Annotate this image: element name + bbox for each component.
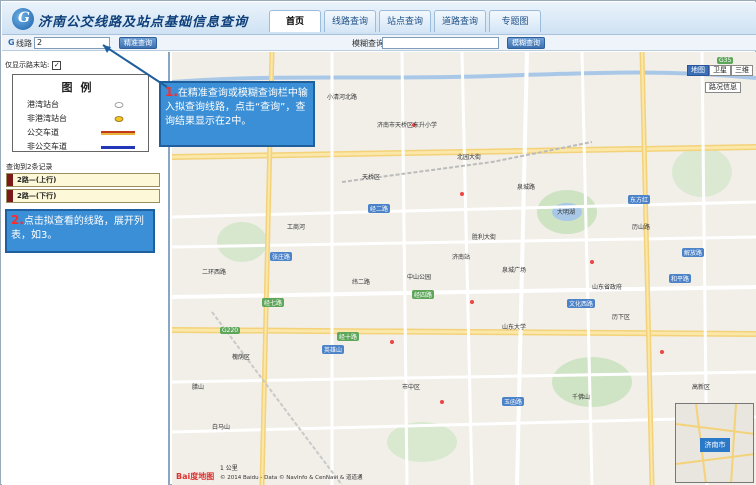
sidebar: 仅显示路末站: ✓ 图例 港湾站台 非港湾站台 公交车道 非公交车道 查询到2条…	[2, 52, 170, 485]
non-harbor-stop-icon	[114, 116, 124, 122]
results-count: 查询到2条记录	[6, 163, 53, 171]
fuzzy-query-button[interactable]: 模糊查询	[507, 37, 545, 49]
map-label-g220: G220	[220, 327, 241, 334]
show-stops-label: 仅显示路末站:	[5, 61, 50, 69]
map-label-dongsheng: 济南市天桥区东升小学	[377, 122, 438, 129]
legend-item-bus-lane: 公交车道	[27, 127, 137, 138]
map-label-weier: 纬二路	[352, 279, 371, 286]
map-label-yushan: 玉函路	[502, 397, 525, 406]
map-label-shizhong: 市中区	[402, 384, 421, 391]
callout-step-1: 1.在精准查询或模糊查询栏中输入拟查询线路，点击“查询”，查询结果显示在2中。	[159, 81, 315, 147]
map-label-erhuan: 二环西路	[202, 269, 227, 276]
show-stops-checkbox[interactable]: ✓	[52, 60, 62, 70]
map-label-shengli: 胜利大街	[472, 234, 497, 241]
map-type-satellite[interactable]: 卫星	[709, 65, 731, 76]
callout-1-text: 在精准查询或模糊查询栏中输入拟查询线路，点击“查询”，查询结果显示在2中。	[165, 88, 308, 127]
app-title: 济南公交线路及站点基础信息查询	[38, 15, 249, 30]
map-label-lashan: 腊山	[192, 384, 205, 391]
map-label-shanda: 山东大学	[502, 324, 527, 331]
exact-query-input[interactable]: 2	[34, 37, 110, 49]
map-label-road2: 经二路	[368, 204, 391, 213]
non-bus-lane-line-icon	[101, 146, 135, 149]
map-label-road1: 经四路	[412, 290, 435, 299]
legend-item-non-harbor-stop: 非港湾站台	[27, 113, 137, 124]
legend-item-non-bus-lane: 非公交车道	[27, 141, 137, 152]
app-window: G 济南公交线路及站点基础信息查询 首页 线路查询 站点查询 道路查询 专题图 …	[0, 0, 756, 485]
map-label-tianqiao: 天桥区	[362, 174, 381, 181]
map-label-province: 山东省政府	[592, 284, 623, 291]
map-label-dongfang: 东方红	[628, 195, 651, 204]
map-label-beiyuan: 北园大街	[457, 154, 482, 161]
map-label-bailiang: 白马山	[212, 424, 231, 431]
callout-step-2: 2.点击拟查看的线路，展开列表，如3。	[5, 209, 155, 253]
tab-road-query[interactable]: 道路查询	[434, 10, 486, 32]
overview-map[interactable]: 济南市	[675, 403, 754, 483]
map-scale: 1 公里	[220, 465, 238, 472]
tab-thematic-map[interactable]: 专题图	[489, 10, 541, 32]
traffic-info-button[interactable]: 路况信息	[705, 82, 741, 93]
show-stops-row: 仅显示路末站: ✓	[5, 60, 62, 70]
bus-icon: G	[8, 38, 15, 47]
map-label-lishan: 历山路	[632, 224, 651, 231]
map-label-xiaoqinghe: 小清河北路	[327, 94, 358, 101]
logo-icon: G	[12, 8, 34, 30]
route-item-up[interactable]: 2路—(上行)	[6, 173, 160, 187]
map-label-quancheng: 泉城广场	[502, 267, 527, 274]
map-copyright: © 2014 Baidu - Data © NavInfo & CenNavi …	[220, 475, 363, 481]
bus-lane-line-icon	[101, 131, 135, 135]
tab-stop-query[interactable]: 站点查询	[379, 10, 431, 32]
fuzzy-query-input[interactable]	[382, 37, 499, 49]
map-label-gaoxin: 高新区	[692, 384, 711, 391]
main-nav: 首页 线路查询 站点查询 道路查询 专题图	[269, 10, 544, 32]
map-label-yingxiong: 英雄山	[322, 345, 345, 354]
map-label-huaiyin: 槐荫区	[232, 354, 251, 361]
map-label-jingqi: 经七路	[262, 298, 285, 307]
map-label-g35: G35	[717, 57, 734, 64]
callout-2-text: 点击拟查看的线路，展开列表，如3。	[11, 216, 144, 241]
map-type-3d[interactable]: 三维	[731, 65, 753, 76]
map-label-zhuangzhuang: 张庄路	[270, 252, 293, 261]
map-label-gongyuan: 中山公园	[407, 274, 432, 281]
map-label-wenhua: 文化西路	[567, 299, 596, 308]
map-label-jiefang: 解放路	[682, 248, 705, 257]
route-item-down[interactable]: 2路—(下行)	[6, 189, 160, 203]
map-label-lixia: 历下区	[612, 314, 631, 321]
map-label-heping: 和平路	[669, 274, 692, 283]
header: G 济南公交线路及站点基础信息查询 首页 线路查询 站点查询 道路查询 专题图	[2, 2, 756, 35]
callout-2-number: 2.	[11, 213, 24, 227]
callout-1-arrow	[102, 44, 168, 88]
fuzzy-query-label: 模糊查询	[352, 39, 384, 48]
line-label: 线路	[16, 39, 32, 48]
overview-city-label: 济南市	[700, 438, 730, 452]
map-label-quan: 泉城路	[517, 184, 536, 191]
map-label-daming: 大明湖	[557, 209, 576, 216]
map-label-jinan-rail: 济南站	[452, 254, 471, 261]
tab-home[interactable]: 首页	[269, 10, 321, 32]
baidu-logo: Bai度地图	[176, 472, 215, 481]
harbor-stop-icon	[114, 102, 124, 108]
map-type-map[interactable]: 地图	[687, 65, 709, 76]
map-label-gongshang: 工商河	[287, 224, 306, 231]
legend-item-harbor-stop: 港湾站台	[27, 99, 137, 110]
map-label-qianfoshan: 千佛山	[572, 394, 591, 401]
tab-line-query[interactable]: 线路查询	[324, 10, 376, 32]
map-label-jingshi: 经十路	[337, 332, 360, 341]
